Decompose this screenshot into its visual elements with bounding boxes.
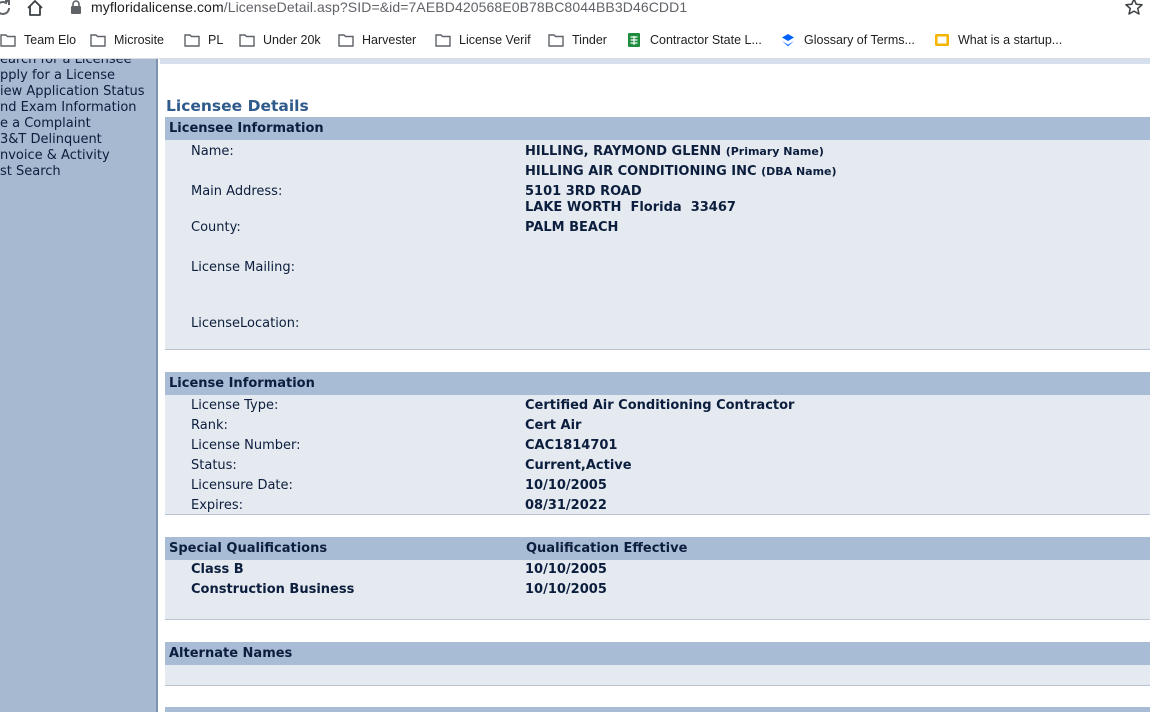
license-type-label: License Type: xyxy=(191,398,279,413)
license-mailing-label: License Mailing: xyxy=(191,260,296,275)
sidebar-item-last-search[interactable]: st Search xyxy=(0,164,61,179)
bookmark-license-verif[interactable]: License Verif xyxy=(435,31,531,49)
lock-icon[interactable] xyxy=(70,0,82,14)
url-path: /LicenseDetail.asp?SID=&id=7AEBD420568E0… xyxy=(223,0,688,15)
status-label: Status: xyxy=(191,458,237,473)
county-label: County: xyxy=(191,220,241,235)
expires-value: 08/31/2022 xyxy=(525,498,607,513)
folder-icon xyxy=(0,34,16,47)
section-header: Licensee Information xyxy=(165,117,1150,140)
bookmark-label: What is a startup... xyxy=(958,33,1063,47)
name-label: Name: xyxy=(191,144,234,159)
sidebar-item-exam-information[interactable]: nd Exam Information xyxy=(0,100,137,115)
sidebar-item-application-status[interactable]: iew Application Status xyxy=(0,84,145,99)
license-location-label: LicenseLocation: xyxy=(191,316,300,331)
bookmark-label: Contractor State L... xyxy=(650,33,762,47)
bookmark-pl[interactable]: PL xyxy=(184,31,223,49)
url-text[interactable]: myfloridalicense.com/LicenseDetail.asp?S… xyxy=(91,0,687,15)
slides-icon xyxy=(935,34,949,46)
bookmark-label: Harvester xyxy=(362,33,417,47)
next-section-edge xyxy=(165,707,1150,712)
bookmark-label: Tinder xyxy=(572,33,607,47)
bookmarks-bar: Team Elo Microsite PL Under 20k Harveste… xyxy=(0,19,1150,59)
section-header: License Information xyxy=(165,372,1150,395)
content-top-rule xyxy=(160,59,1150,64)
sidebar-item-complaint[interactable]: e a Complaint xyxy=(0,116,91,131)
licensure-date-value: 10/10/2005 xyxy=(525,478,607,493)
sheets-icon xyxy=(628,33,640,47)
section-heading: License Information xyxy=(169,376,315,391)
folder-icon xyxy=(338,34,354,47)
license-information-section: License Information License Type: Certif… xyxy=(165,372,1150,515)
primary-name-value: HILLING, RAYMOND GLENN (Primary Name) xyxy=(525,144,824,159)
bookmark-tinder[interactable]: Tinder xyxy=(548,31,607,49)
bookmark-what-is-startup[interactable]: What is a startup... xyxy=(934,31,1062,49)
folder-icon xyxy=(90,34,106,47)
bookmark-label: Glossary of Terms... xyxy=(804,33,915,47)
bookmark-harvester[interactable]: Harvester xyxy=(338,31,416,49)
bookmark-glossary[interactable]: Glossary of Terms... xyxy=(780,31,915,49)
bookmark-star-icon[interactable] xyxy=(1124,0,1144,17)
county-value: PALM BEACH xyxy=(525,220,619,235)
url-host: myfloridalicense.com xyxy=(91,0,224,15)
folder-icon xyxy=(184,34,200,47)
license-number-value: CAC1814701 xyxy=(525,438,618,453)
licensee-information-section: Licensee Information Name: HILLING, RAYM… xyxy=(165,117,1150,350)
dropbox-icon xyxy=(782,34,794,47)
dba-name-value: HILLING AIR CONDITIONING INC (DBA Name) xyxy=(525,164,837,179)
qualification-name: Class B xyxy=(191,562,244,577)
rank-label: Rank: xyxy=(191,418,228,433)
bookmark-label: Microsite xyxy=(114,33,165,47)
folder-icon xyxy=(548,34,564,47)
section-heading: Special Qualifications xyxy=(169,541,328,556)
sidebar-nav: earch for a Licensee pply for a License … xyxy=(0,59,158,712)
primary-name: HILLING, RAYMOND GLENN xyxy=(525,144,722,159)
bookmark-label: Team Elo xyxy=(24,33,77,47)
bookmark-contractor-state[interactable]: Contractor State L... xyxy=(626,31,762,49)
main-address-label: Main Address: xyxy=(191,184,283,199)
qualification-date: 10/10/2005 xyxy=(525,582,607,597)
reload-icon[interactable] xyxy=(0,0,14,19)
bookmark-team-elo[interactable]: Team Elo xyxy=(0,31,76,49)
status-value: Current,Active xyxy=(525,458,632,473)
sidebar-item-search-licensee[interactable]: earch for a Licensee xyxy=(0,59,132,67)
address-line-2: LAKE WORTH Florida 33467 xyxy=(525,200,736,215)
folder-icon xyxy=(435,34,451,47)
section-heading: Licensee Information xyxy=(169,121,324,136)
expires-label: Expires: xyxy=(191,498,243,513)
qualification-effective-heading: Qualification Effective xyxy=(526,541,688,556)
sidebar-item-invoice-activity[interactable]: nvoice & Activity xyxy=(0,148,110,163)
special-qualifications-section: Special Qualifications Qualification Eff… xyxy=(165,537,1150,620)
sidebar-item-delinquent[interactable]: 3&T Delinquent xyxy=(0,132,102,147)
address-line-1: 5101 3RD ROAD xyxy=(525,184,642,199)
bookmark-microsite[interactable]: Microsite xyxy=(90,31,164,49)
qualification-name: Construction Business xyxy=(191,582,355,597)
section-heading: Alternate Names xyxy=(169,646,293,661)
dba-name: HILLING AIR CONDITIONING INC xyxy=(525,164,757,179)
alternate-names-section: Alternate Names xyxy=(165,642,1150,686)
license-type-value: Certified Air Conditioning Contractor xyxy=(525,398,795,413)
bookmark-label: Under 20k xyxy=(263,33,321,47)
bookmark-under-20k[interactable]: Under 20k xyxy=(239,31,321,49)
bookmark-label: License Verif xyxy=(459,33,531,47)
home-icon[interactable] xyxy=(24,0,46,19)
qualification-date: 10/10/2005 xyxy=(525,562,607,577)
section-header: Alternate Names xyxy=(165,642,1150,665)
primary-name-note: (Primary Name) xyxy=(725,145,824,158)
rank-value: Cert Air xyxy=(525,418,582,433)
sidebar-item-apply-license[interactable]: pply for a License xyxy=(0,68,115,83)
licensure-date-label: Licensure Date: xyxy=(191,478,293,493)
license-number-label: License Number: xyxy=(191,438,301,453)
dba-name-note: (DBA Name) xyxy=(761,165,837,178)
folder-icon xyxy=(239,34,255,47)
bookmark-label: PL xyxy=(208,33,224,47)
browser-url-bar: myfloridalicense.com/LicenseDetail.asp?S… xyxy=(0,0,1150,19)
page-title: Licensee Details xyxy=(166,97,309,115)
section-header xyxy=(165,707,1150,712)
section-header: Special Qualifications Qualification Eff… xyxy=(165,537,1150,560)
